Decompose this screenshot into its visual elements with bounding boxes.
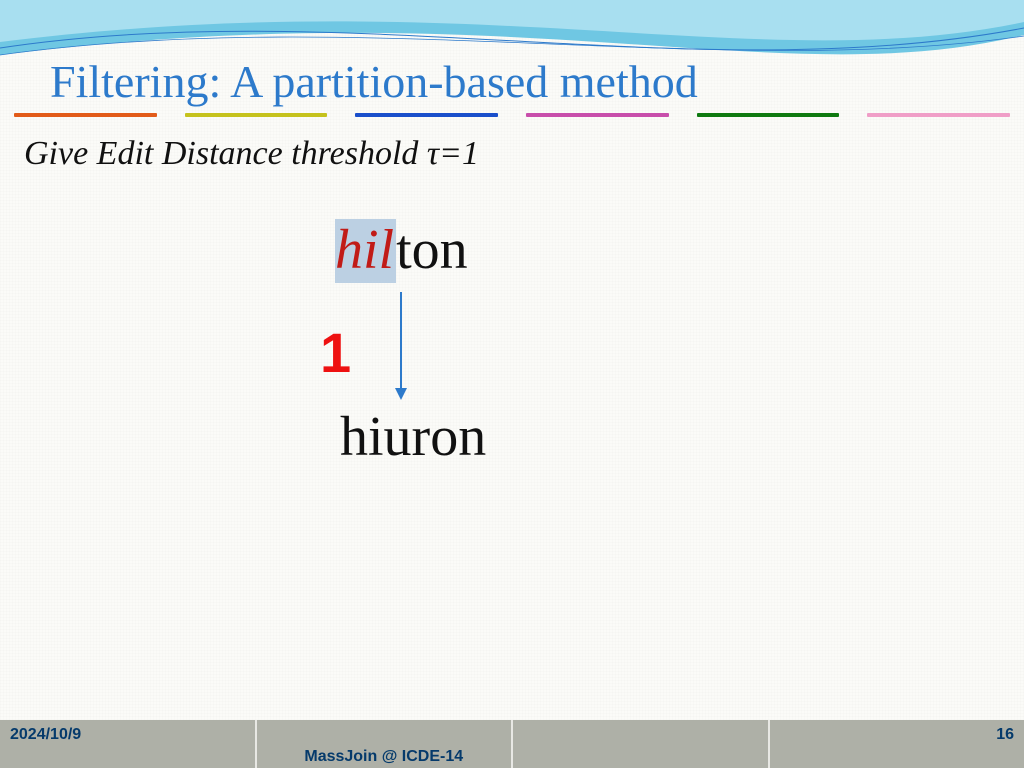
footer-bar: 2024/10/9 MassJoin @ ICDE-14 16 (0, 720, 1024, 768)
arrow-label: 1 (320, 320, 351, 385)
slide-title: Filtering: A partition-based method (50, 55, 698, 108)
rule-segment (526, 113, 669, 117)
rule-segment (697, 113, 840, 117)
slide: Filtering: A partition-based method Give… (0, 0, 1024, 768)
rule-segment (355, 113, 498, 117)
footer-spacer (513, 720, 770, 768)
footer-venue: MassJoin @ ICDE-14 (257, 720, 514, 768)
word-bottom: hiuron (340, 405, 486, 469)
footer-page-number: 16 (770, 720, 1024, 768)
footer-date: 2024/10/9 (0, 720, 257, 768)
subtitle: Give Edit Distance threshold τ=1 (24, 135, 479, 173)
rule-segment (14, 113, 157, 117)
rule-segment (867, 113, 1010, 117)
rule-segment (185, 113, 328, 117)
word-top: hilton (335, 218, 468, 282)
title-underline (14, 113, 1010, 119)
word-top-suffix: ton (396, 219, 468, 281)
down-arrow-icon (400, 292, 402, 400)
word-top-highlight: hil (335, 219, 396, 283)
